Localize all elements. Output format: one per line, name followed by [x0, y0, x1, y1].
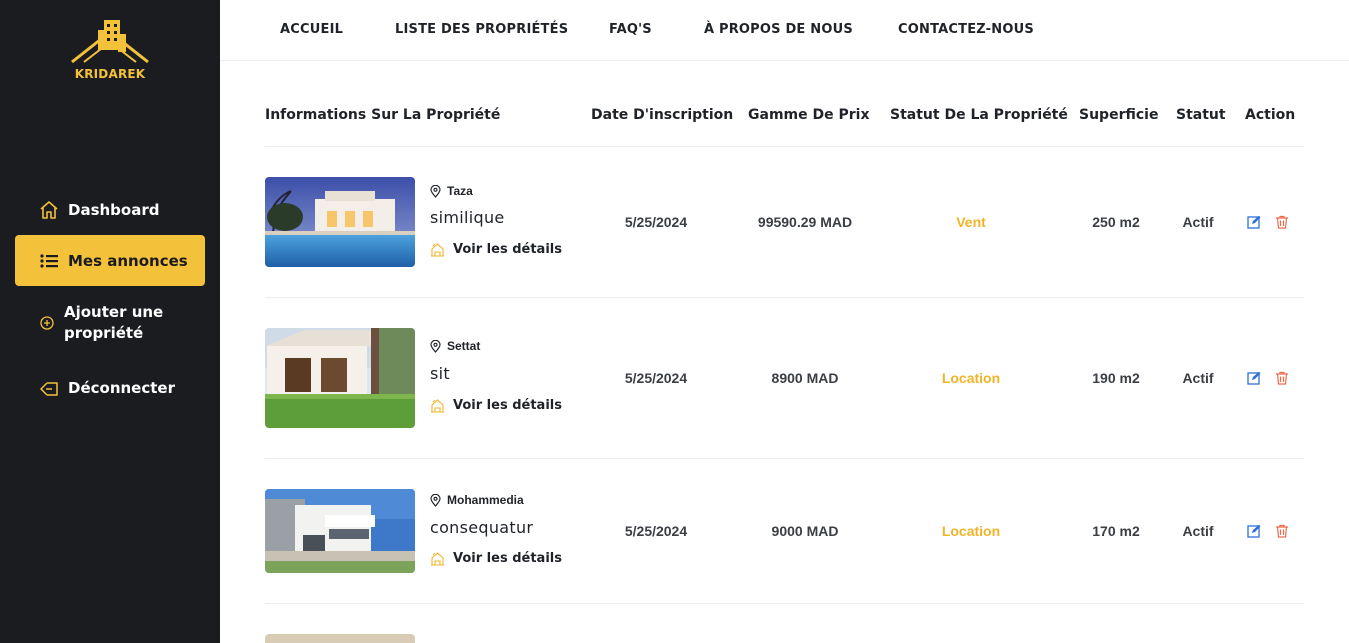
- nav-link-liste-proprietes[interactable]: LISTE DES PROPRIÉTÉS: [395, 22, 568, 37]
- cell-date: 5/25/2024: [624, 214, 688, 230]
- nav-link-accueil[interactable]: ACCUEIL: [280, 22, 343, 37]
- view-details-label: Voir les détails: [453, 398, 562, 413]
- nav-link-faqs[interactable]: FAQ'S: [609, 22, 652, 37]
- property-thumbnail[interactable]: [265, 489, 415, 573]
- view-details-label: Voir les détails: [453, 551, 562, 566]
- view-details-link[interactable]: Voir les détails: [430, 398, 562, 413]
- sidebar: KRIDAREK Dashboard Mes annonces Ajouter …: [0, 0, 220, 643]
- property-thumbnail[interactable]: [265, 177, 415, 267]
- sidebar-item-label: Mes annonces: [68, 251, 188, 270]
- view-details-link[interactable]: Voir les détails: [430, 551, 562, 566]
- sidebar-item-label: Dashboard: [68, 201, 160, 219]
- sidebar-item-mes-annonces[interactable]: Mes annonces: [15, 235, 205, 286]
- row-actions: [1247, 524, 1303, 538]
- property-city: Settat: [447, 339, 481, 353]
- table-row: Taza similique Voir les détails 5/25/202…: [265, 147, 1304, 298]
- property-thumbnail[interactable]: [265, 328, 415, 428]
- cell-status: Actif: [1182, 214, 1214, 230]
- logout-icon: [38, 377, 60, 399]
- table-row: Mohammedia consequatur Voir les détails …: [265, 459, 1304, 604]
- view-details-link[interactable]: Voir les détails: [430, 242, 562, 257]
- nav-link-contact[interactable]: CONTACTEZ-NOUS: [898, 22, 1034, 37]
- delete-icon[interactable]: [1275, 371, 1289, 385]
- property-city: Taza: [447, 184, 473, 198]
- cell-price: 99590.29 MAD: [757, 214, 853, 230]
- sidebar-item-label: Ajouter une propriété: [64, 303, 164, 342]
- table-header: Informations Sur La Propriété Date D'ins…: [265, 100, 1304, 147]
- cell-status: Actif: [1182, 370, 1214, 386]
- sidebar-item-deconnecter[interactable]: Déconnecter: [15, 374, 205, 402]
- header-property-status: Statut De La Propriété: [890, 107, 1068, 123]
- row-actions: [1247, 215, 1303, 229]
- house-logo-icon: [71, 20, 149, 64]
- sidebar-item-ajouter[interactable]: Ajouter une propriété: [15, 300, 205, 346]
- property-title[interactable]: sit: [430, 364, 450, 383]
- property-location: Mohammedia: [430, 493, 524, 507]
- header-date: Date D'inscription: [591, 107, 734, 123]
- cell-area: 250 m2: [1092, 214, 1140, 230]
- table-row: Settat sit Voir les détails 5/25/2024 89…: [265, 298, 1304, 459]
- header-area: Superficie: [1079, 107, 1159, 123]
- plus-circle-icon: [39, 315, 55, 331]
- cell-property-status: Vent: [956, 214, 986, 230]
- home-icon: [38, 199, 60, 221]
- delete-icon[interactable]: [1275, 215, 1289, 229]
- house-details-icon: [431, 399, 444, 413]
- property-city: Mohammedia: [447, 493, 524, 507]
- house-details-icon: [431, 552, 444, 566]
- edit-icon[interactable]: [1247, 215, 1261, 229]
- property-title[interactable]: consequatur: [430, 518, 533, 537]
- cell-date: 5/25/2024: [624, 370, 688, 386]
- property-location: Settat: [430, 339, 480, 353]
- row-actions: [1247, 371, 1303, 385]
- top-navigation: ACCUEIL LISTE DES PROPRIÉTÉS FAQ'S À PRO…: [220, 0, 1349, 61]
- edit-icon[interactable]: [1247, 371, 1261, 385]
- brand-logo[interactable]: KRIDAREK: [68, 18, 152, 84]
- cell-price: 8900 MAD: [771, 370, 839, 386]
- brand-name: KRIDAREK: [74, 67, 146, 81]
- header-status: Statut: [1176, 107, 1226, 123]
- nav-link-a-propos[interactable]: À PROPOS DE NOUS: [704, 22, 853, 37]
- header-price: Gamme De Prix: [748, 107, 870, 123]
- property-location: Taza: [430, 184, 473, 198]
- list-icon: [38, 250, 60, 272]
- property-thumbnail[interactable]: [265, 634, 415, 643]
- view-details-label: Voir les détails: [453, 242, 562, 257]
- sidebar-item-dashboard[interactable]: Dashboard: [15, 196, 205, 224]
- cell-status: Actif: [1182, 523, 1214, 539]
- house-details-icon: [431, 243, 444, 257]
- location-pin-icon: [430, 493, 441, 507]
- cell-price: 9000 MAD: [771, 523, 839, 539]
- cell-area: 170 m2: [1092, 523, 1140, 539]
- location-pin-icon: [430, 184, 441, 198]
- header-action: Action: [1245, 107, 1296, 123]
- header-property-info: Informations Sur La Propriété: [265, 107, 501, 123]
- delete-icon[interactable]: [1275, 524, 1289, 538]
- cell-property-status: Location: [941, 523, 1001, 539]
- sidebar-item-label: Déconnecter: [68, 379, 175, 397]
- edit-icon[interactable]: [1247, 524, 1261, 538]
- cell-property-status: Location: [941, 370, 1001, 386]
- cell-date: 5/25/2024: [624, 523, 688, 539]
- cell-area: 190 m2: [1092, 370, 1140, 386]
- property-title[interactable]: similique: [430, 208, 505, 227]
- location-pin-icon: [430, 339, 441, 353]
